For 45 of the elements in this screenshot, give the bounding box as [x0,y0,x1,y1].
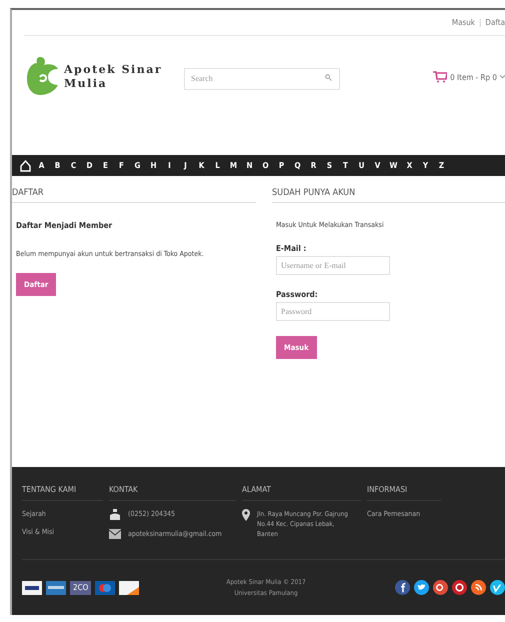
letter-link[interactable]: E [100,161,111,170]
footer-heading: INFORMASI [367,467,441,501]
email-label: E-Mail : [276,244,306,253]
cart-summary[interactable]: 0 Item - Rp 0 [450,72,497,82]
letter-link[interactable]: R [308,161,319,170]
letter-link[interactable]: H [148,161,159,170]
letter-link[interactable]: U [356,161,367,170]
password-field[interactable]: Password [276,302,390,321]
letter-link[interactable]: Z [436,161,447,170]
letter-link[interactable]: G [132,161,143,170]
separator: | [478,18,482,27]
letter-link[interactable]: K [196,161,207,170]
letter-link[interactable]: C [68,161,79,170]
register-title: Daftar Menjadi Member [16,221,112,230]
payment-badge: 2CO [70,580,92,594]
letter-link[interactable]: W [388,161,399,170]
letter-link[interactable]: A [36,161,47,170]
letter-link[interactable]: M [228,161,239,170]
letter-link[interactable]: P [276,161,287,170]
logo-text: Apotek Sinar [64,63,162,77]
letter-link[interactable]: I [164,161,175,170]
letter-link[interactable]: T [340,161,351,170]
footer-heading: TENTANG KAMI [22,467,103,501]
password-label: Password: [276,290,318,299]
footer-heading: KONTAK [109,467,236,501]
letter-link[interactable]: O [260,161,271,170]
top-link[interactable]: Dafta [485,18,505,27]
letter-link[interactable]: J [180,161,191,170]
letter-link[interactable]: V [372,161,383,170]
section-heading: SUDAH PUNYA AKUN [272,176,505,203]
letter-link[interactable]: L [212,161,223,170]
letter-link[interactable]: S [324,161,335,170]
letter-link[interactable]: B [52,161,63,170]
letter-link[interactable]: N [244,161,255,170]
letter-link[interactable]: F [116,161,127,170]
footer-heading: ALAMAT [242,467,361,501]
section-heading: DAFTAR [12,176,256,203]
letter-link[interactable]: Q [292,161,303,170]
email-field[interactable]: Username or E-mail [276,256,390,275]
top-link[interactable]: Masuk [452,18,475,27]
logo-text: Mulia [64,77,108,91]
letter-link[interactable]: Y [420,161,431,170]
search-field[interactable]: Search [184,68,340,90]
letter-link[interactable]: D [84,161,95,170]
letter-link[interactable]: X [404,161,415,170]
